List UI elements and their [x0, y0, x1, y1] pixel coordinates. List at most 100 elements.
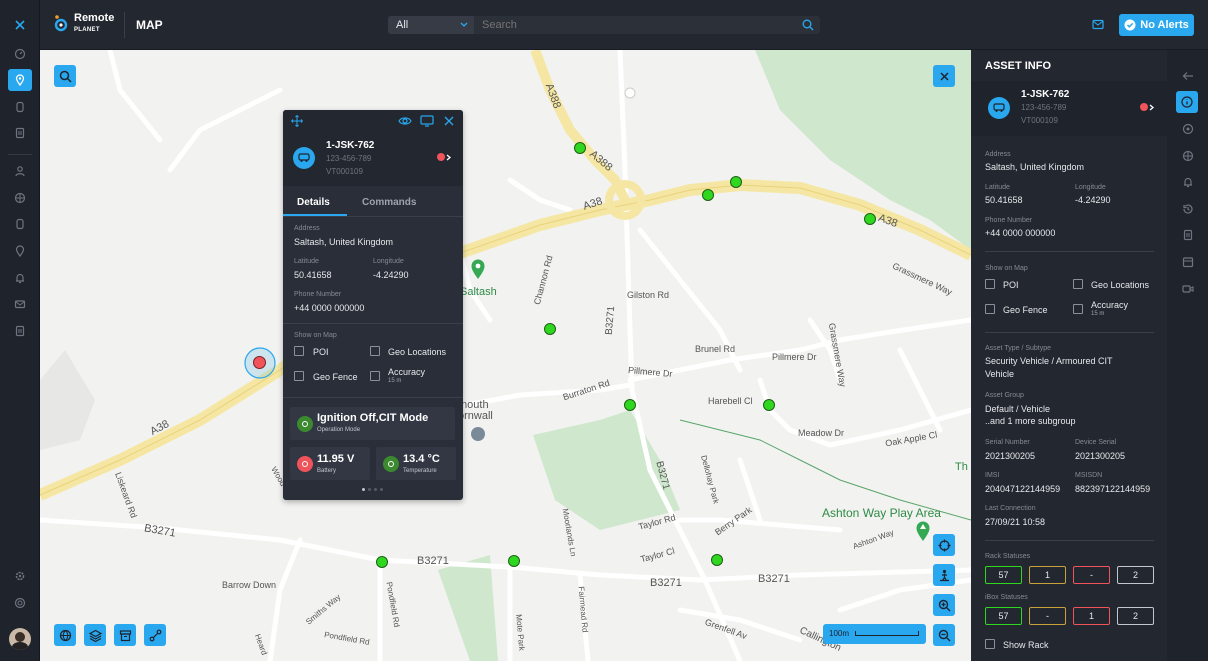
vehicle-marker[interactable] — [730, 176, 742, 188]
document-icon[interactable] — [1182, 229, 1194, 241]
document-icon[interactable] — [8, 122, 32, 144]
search-input[interactable] — [474, 16, 820, 34]
vehicle-marker[interactable] — [376, 556, 388, 568]
close-icon[interactable] — [8, 14, 32, 36]
move-icon[interactable] — [291, 115, 303, 127]
route-button[interactable] — [144, 624, 166, 646]
search-icon[interactable] — [802, 19, 814, 31]
geo-locations-checkbox[interactable] — [370, 346, 380, 356]
chevron-right-icon[interactable] — [1149, 104, 1155, 111]
map-close-button[interactable] — [933, 65, 955, 87]
globe-button[interactable] — [54, 624, 76, 646]
pagination-dots[interactable] — [362, 488, 383, 491]
support-icon[interactable] — [8, 592, 32, 614]
place-label: Ashton Way Play Area — [822, 506, 941, 520]
ibox-status-ok[interactable]: 57 — [985, 607, 1022, 625]
chevron-right-icon[interactable] — [446, 154, 452, 161]
accuracy-label: Accuracy — [1091, 300, 1129, 310]
archive-button[interactable] — [114, 624, 136, 646]
bell-icon[interactable] — [8, 267, 32, 289]
poi-checkbox[interactable] — [294, 346, 304, 356]
park-pin-icon — [916, 521, 930, 541]
vehicle-marker[interactable] — [763, 399, 775, 411]
target-icon[interactable] — [1182, 123, 1194, 135]
place-label: Th — [955, 461, 968, 473]
settings-icon[interactable] — [8, 565, 32, 587]
top-bar: Remote PLANET MAP All No Alerts — [40, 0, 1208, 50]
filter-select[interactable]: All — [388, 16, 474, 34]
zoom-out-button[interactable] — [933, 624, 955, 646]
layers-button[interactable] — [84, 624, 106, 646]
chevron-down-icon — [460, 22, 468, 27]
geo-locations-checkbox[interactable] — [1073, 279, 1083, 289]
longitude-label: Longitude — [373, 258, 404, 265]
place-label: Saltash — [460, 286, 497, 298]
map-pin-icon[interactable] — [8, 69, 32, 91]
history-icon[interactable] — [1182, 203, 1194, 215]
tab-details[interactable]: Details — [297, 197, 330, 208]
close-icon[interactable] — [444, 116, 454, 126]
road-label: Pillmere Dr — [772, 352, 817, 362]
geo-fence-checkbox[interactable] — [985, 304, 995, 314]
ignition-card: Ignition Off,CIT Mode Operation Mode — [290, 407, 455, 440]
report-icon[interactable] — [8, 320, 32, 342]
ibox-status-other[interactable]: 2 — [1117, 607, 1154, 625]
address-label: Address — [985, 151, 1011, 158]
asset-type-value: Security Vehicle / Armoured CIT — [985, 356, 1113, 366]
center-map-button[interactable] — [933, 534, 955, 556]
mail-icon[interactable] — [1092, 19, 1104, 30]
status-dot — [1140, 103, 1148, 111]
calendar-icon[interactable] — [1182, 256, 1194, 268]
search-icon — [59, 70, 72, 83]
ibox-status-warn[interactable]: - — [1029, 607, 1066, 625]
battery-card: 11.95 V Battery — [290, 447, 370, 480]
avatar[interactable] — [9, 628, 31, 650]
bell-icon[interactable] — [1182, 176, 1194, 188]
page-title: MAP — [136, 18, 163, 32]
rack-status-other[interactable]: 2 — [1117, 566, 1154, 584]
rack-status-warn[interactable]: 1 — [1029, 566, 1066, 584]
show-rack-checkbox[interactable] — [985, 639, 995, 649]
database-icon[interactable] — [8, 96, 32, 118]
eye-icon[interactable] — [398, 115, 412, 127]
left-rail — [0, 0, 40, 661]
dashboard-icon[interactable] — [8, 43, 32, 65]
info-icon — [1181, 96, 1193, 108]
monitor-icon[interactable] — [420, 115, 434, 127]
road-label: B3271 — [758, 573, 790, 585]
zoom-in-button[interactable] — [933, 594, 955, 616]
vehicle-marker[interactable] — [508, 555, 520, 567]
mail-icon[interactable] — [8, 293, 32, 315]
vehicle-marker[interactable] — [574, 142, 586, 154]
asset-name: 1-JSK-762 — [326, 140, 375, 151]
no-alerts-button[interactable]: No Alerts — [1119, 14, 1194, 36]
vehicle-marker[interactable] — [864, 213, 876, 225]
location-icon[interactable] — [8, 240, 32, 262]
storage-icon[interactable] — [8, 213, 32, 235]
map-search-button[interactable] — [54, 65, 76, 87]
accuracy-checkbox[interactable] — [370, 371, 380, 381]
asset-group-more[interactable]: ..and 1 more subgroup — [985, 416, 1076, 426]
globe-icon[interactable] — [8, 187, 32, 209]
vehicle-marker[interactable] — [544, 323, 556, 335]
vehicle-marker[interactable] — [711, 554, 723, 566]
info-tab-button[interactable] — [1176, 91, 1198, 113]
geo-fence-checkbox[interactable] — [294, 371, 304, 381]
rack-status-alert[interactable]: - — [1073, 566, 1110, 584]
video-icon[interactable] — [1182, 283, 1194, 295]
ibox-status-alert[interactable]: 1 — [1073, 607, 1110, 625]
vehicle-marker[interactable] — [702, 189, 714, 201]
accuracy-checkbox[interactable] — [1073, 304, 1083, 314]
selected-vehicle-marker[interactable] — [253, 356, 266, 369]
logo-icon — [53, 14, 69, 32]
rack-status-ok[interactable]: 57 — [985, 566, 1022, 584]
vehicle-marker[interactable] — [624, 399, 636, 411]
thermometer-icon — [383, 456, 399, 472]
user-icon[interactable] — [8, 160, 32, 182]
arrow-left-icon[interactable] — [1182, 71, 1194, 81]
poi-checkbox[interactable] — [985, 279, 995, 289]
tab-commands[interactable]: Commands — [362, 197, 416, 208]
map-canvas[interactable]: A388 A388 A38 A38 A38 Saltash Gilston Rd… — [40, 50, 971, 661]
globe-icon[interactable] — [1182, 150, 1194, 162]
street-view-button[interactable] — [933, 564, 955, 586]
